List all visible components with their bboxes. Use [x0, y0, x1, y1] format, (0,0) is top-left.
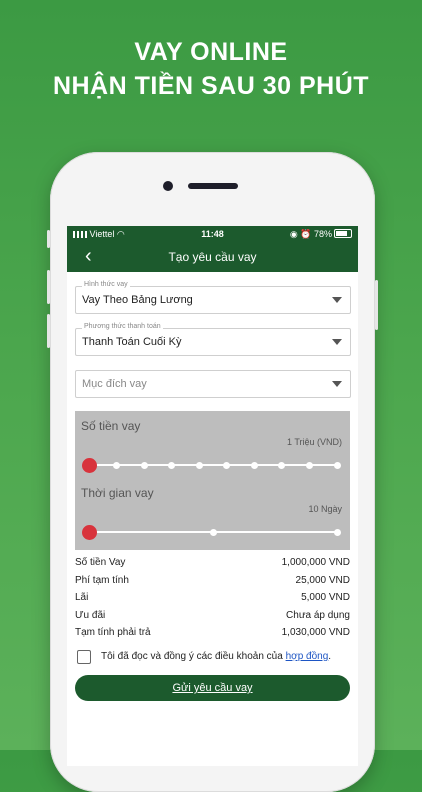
summary-label: Ưu đãi: [75, 609, 106, 621]
term-slider-knob[interactable]: [81, 524, 97, 540]
purpose-placeholder: Mục đích vay: [82, 378, 147, 390]
lock-rotation-icon: ◉: [289, 229, 298, 239]
summary-label: Phí tạm tính: [75, 574, 129, 586]
battery-percent: 78%: [313, 229, 332, 239]
chevron-down-icon: [332, 381, 342, 387]
nav-bar: ‹ Tạo yêu cầu vay: [67, 242, 358, 272]
amount-slider-knob[interactable]: [81, 457, 97, 473]
term-slider-step[interactable]: [333, 528, 341, 536]
amount-slider-track[interactable]: [89, 464, 337, 466]
summary-value: 1,030,000 VND: [281, 627, 350, 638]
amount-slider-step[interactable]: [333, 461, 341, 469]
page-title: Tạo yêu cầu vay: [168, 250, 257, 264]
amount-slider-value: 1 Triệu (VND): [286, 437, 342, 447]
battery-icon: [334, 229, 352, 238]
amount-slider-step[interactable]: [250, 461, 258, 469]
headline-line-1: VAY ONLINE: [134, 38, 288, 66]
payment-method-value: Thanh Toán Cuối Kỳ: [82, 336, 182, 348]
amount-slider-step[interactable]: [168, 461, 176, 469]
amount-slider-step[interactable]: [278, 461, 286, 469]
summary-row: Số tiền Vay 1,000,000 VND: [75, 557, 350, 571]
loan-type-select[interactable]: Hình thức vay Vay Theo Bảng Lương: [75, 281, 351, 314]
alarm-icon: ⏰: [300, 229, 312, 239]
earpiece-speaker: [188, 183, 238, 189]
summary-value: 5,000 VND: [301, 592, 350, 603]
summary-value: 1,000,000 VND: [281, 557, 350, 568]
amount-slider-step[interactable]: [140, 461, 148, 469]
summary-row: Phí tạm tính 25,000 VND: [75, 575, 350, 589]
term-slider-title: Thời gian vay: [81, 486, 154, 500]
loan-type-label: Hình thức vay: [82, 281, 130, 288]
payment-method-select[interactable]: Phương thức thanh toán Thanh Toán Cuối K…: [75, 323, 351, 356]
front-camera: [163, 181, 173, 191]
agreement-row: Tôi đã đọc và đồng ý các điều khoản của …: [77, 650, 352, 666]
amount-slider-step[interactable]: [305, 461, 313, 469]
summary-label: Số tiền Vay: [75, 557, 126, 568]
agreement-suffix: .: [328, 651, 332, 662]
loan-type-value: Vay Theo Bảng Lương: [82, 294, 193, 306]
volume-up-button: [47, 270, 50, 304]
summary-value: 25,000 VND: [295, 574, 350, 586]
amount-slider-step[interactable]: [195, 461, 203, 469]
purpose-select[interactable]: Mục đích vay: [75, 370, 351, 398]
app-screen: Viettel ◠ 11:48 ◉ ⏰ 78% ‹ Tạo yêu cầu va…: [67, 226, 358, 766]
power-button: [375, 280, 378, 330]
payment-method-label: Phương thức thanh toán: [82, 323, 163, 330]
agreement-checkbox[interactable]: [77, 650, 91, 664]
submit-loan-label: Gửi yêu cầu vay: [172, 682, 253, 694]
chevron-down-icon: [332, 297, 342, 303]
agreement-label: Tôi đã đọc và đồng ý các điều khoản của: [101, 651, 286, 662]
term-slider-step[interactable]: [209, 528, 217, 536]
agreement-text: Tôi đã đọc và đồng ý các điều khoản của …: [101, 651, 331, 662]
status-bar: Viettel ◠ 11:48 ◉ ⏰ 78%: [67, 226, 358, 242]
summary-value: Chưa áp dụng: [286, 609, 350, 621]
amount-slider-title: Số tiền vay: [81, 419, 141, 433]
contract-link[interactable]: hợp đồng: [286, 651, 329, 662]
status-right: ◉ ⏰ 78%: [290, 229, 352, 240]
summary-row: Tạm tính phải trả 1,030,000 VND: [75, 627, 350, 641]
summary-label: Tạm tính phải trả: [75, 627, 151, 638]
chevron-down-icon: [332, 339, 342, 345]
mute-switch: [47, 230, 50, 248]
summary-label: Lãi: [75, 592, 89, 603]
loan-slider-panel: Số tiền vay 1 Triệu (VND) Thời gian vay …: [75, 411, 350, 550]
summary-row: Ưu đãi Chưa áp dụng: [75, 610, 350, 624]
term-slider-value: 10 Ngày: [308, 504, 342, 514]
headline-line-2: NHẬN TIỀN SAU 30 PHÚT: [52, 72, 370, 100]
amount-slider-step[interactable]: [223, 461, 231, 469]
volume-down-button: [47, 314, 50, 348]
submit-loan-button[interactable]: Gửi yêu cầu vay: [75, 675, 350, 701]
amount-slider-step[interactable]: [113, 461, 121, 469]
summary-row: Lãi 5,000 VND: [75, 592, 350, 606]
